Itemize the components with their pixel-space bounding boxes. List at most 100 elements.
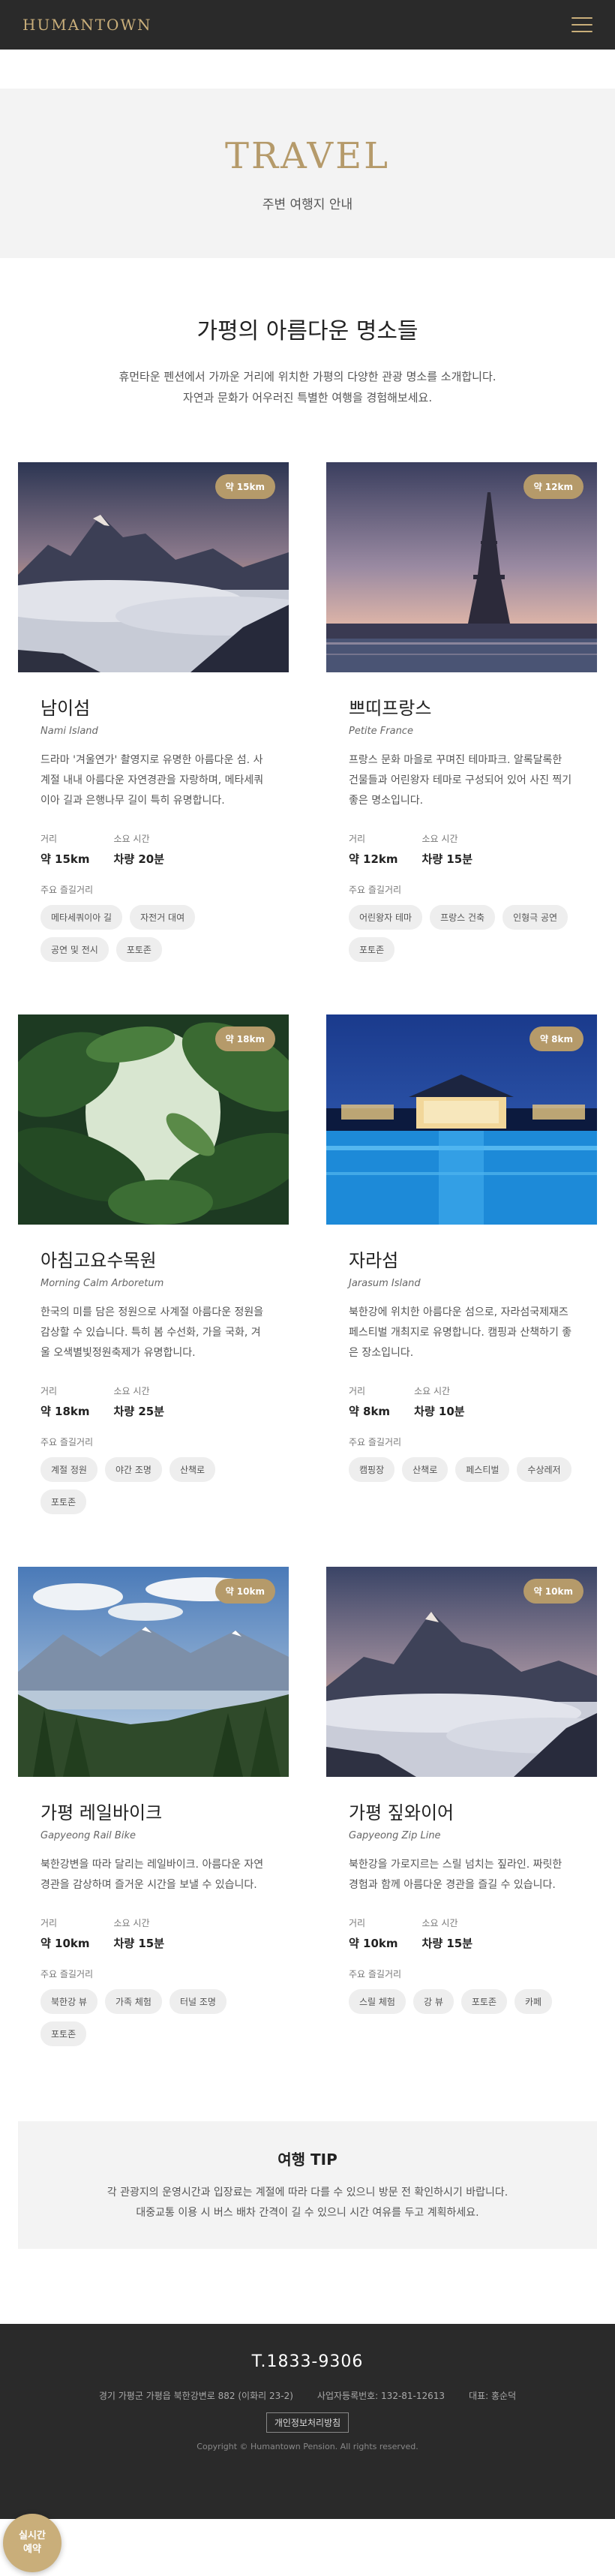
place-description: 한국의 미를 담은 정원으로 사계절 아름다운 정원을 감상할 수 있습니다. …: [40, 1306, 264, 1359]
place-photo: 약 15km: [18, 462, 289, 672]
reserve-line: 실시간: [19, 2530, 46, 2541]
distance-badge: 약 8km: [529, 1026, 584, 1051]
page-title: TRAVEL: [224, 134, 390, 177]
spot-tag[interactable]: 가족 체험: [104, 1989, 162, 2014]
site-footer: T.1833-9306 경기 가평군 가평읍 북한강변로 882 (이화리 23…: [0, 2324, 615, 2519]
intro-section: 가평의 아름다운 명소들 휴먼타운 펜션에서 가까운 거리에 위치한 가평의 다…: [0, 258, 615, 408]
spot-tag[interactable]: 포토존: [40, 1489, 87, 1514]
time-value: 차량 15분: [113, 1937, 165, 1950]
distance-badge: 약 12km: [523, 474, 584, 499]
spot-tag[interactable]: 카페: [514, 1989, 553, 2014]
distance-badge: 약 18km: [214, 1026, 275, 1051]
time-value: 차량 15분: [422, 1937, 473, 1950]
place-photo: 약 18km: [18, 1014, 289, 1225]
time-stat: 소요 시간 차량 15분: [422, 1916, 473, 1951]
distance-badge: 약 10km: [214, 1579, 275, 1604]
place-photo: 약 10km: [326, 1567, 597, 1777]
spots-label: 주요 즐길거리: [40, 885, 94, 895]
spot-tags: 캠핑장 산책로 페스티벌 수상레저: [349, 1457, 574, 1482]
footer-copyright: Copyright © Humantown Pension. All right…: [196, 2442, 418, 2451]
place-english-name: Gapyeong Rail Bike: [40, 1830, 136, 1841]
site-logo[interactable]: HUMANTOWN: [22, 16, 152, 34]
spot-tag[interactable]: 캠핑장: [349, 1457, 395, 1482]
travel-tip-box: 여행 TIP 각 관광지의 운영시간과 입장료는 계절에 따라 다를 수 있으니…: [18, 2121, 597, 2249]
page-subtitle: 주변 여행지 안내: [262, 197, 353, 212]
spot-tag[interactable]: 포토존: [40, 2021, 87, 2046]
privacy-policy-link[interactable]: 개인정보처리방침: [266, 2412, 350, 2433]
spot-tag[interactable]: 프랑스 건축: [430, 905, 496, 930]
place-card-body: 자라섬 Jarasum Island 북한강에 위치한 아름다운 섬으로, 자라…: [326, 1225, 597, 1482]
spot-tags: 어린왕자 테마 프랑스 건축 인형극 공연 포토존: [349, 905, 574, 962]
spot-tag[interactable]: 계절 정원: [40, 1457, 98, 1482]
spot-tag[interactable]: 어린왕자 테마: [349, 905, 423, 930]
spots-label: 주요 즐길거리: [40, 1969, 94, 1979]
spot-tag[interactable]: 메타세쿼이아 길: [40, 905, 123, 930]
time-label: 소요 시간: [113, 834, 150, 844]
place-description: 프랑스 문화 마을로 꾸며진 테마파크. 알록달록한 건물들과 어린왕자 테마로…: [349, 754, 572, 807]
place-photo: 약 10km: [18, 1567, 289, 1777]
time-value: 차량 25분: [113, 1405, 165, 1418]
place-card: 약 10km 가평 짚와이어 Gapyeong Zip Line 북한강을 가로…: [326, 1567, 597, 2046]
footer-phone[interactable]: T.1833-9306: [0, 2352, 615, 2371]
place-english-name: Jarasum Island: [349, 1278, 421, 1289]
spot-tag[interactable]: 야간 조명: [104, 1457, 162, 1482]
place-card: 약 10km 가평 레일바이크 Gapyeong Rail Bike 북한강변을…: [18, 1567, 289, 2046]
place-english-name: Morning Calm Arboretum: [40, 1278, 164, 1289]
place-description: 드라마 '겨울연가' 촬영지로 유명한 아름다운 섬. 사계절 내내 아름다운 …: [40, 754, 264, 807]
time-label: 소요 시간: [414, 1386, 451, 1396]
place-title: 가평 짚와이어: [349, 1802, 454, 1823]
time-value: 차량 10분: [414, 1405, 465, 1418]
place-description: 북한강변을 따라 달리는 레일바이크. 아름다운 자연 경관을 감상하며 즐거운…: [40, 1859, 264, 1891]
time-label: 소요 시간: [422, 1918, 458, 1928]
place-stats: 거리 약 10km 소요 시간 차량 15분: [40, 1916, 266, 1951]
menu-line: [572, 31, 592, 32]
spot-tag[interactable]: 자전거 대여: [130, 905, 196, 930]
place-description: 북한강을 가로지르는 스릴 넘치는 짚라인. 짜릿한 경험과 함께 아름다운 경…: [349, 1859, 562, 1891]
place-stats: 거리 약 15km 소요 시간 차량 20분: [40, 832, 266, 867]
spot-tag[interactable]: 수상레저: [517, 1457, 572, 1482]
place-english-name: Nami Island: [40, 726, 98, 737]
footer-ceo: 대표: 홍순덕: [469, 2391, 517, 2401]
time-stat: 소요 시간 차량 15분: [422, 832, 473, 867]
distance-label: 거리: [40, 834, 58, 844]
spot-tag[interactable]: 북한강 뷰: [40, 1989, 98, 2014]
reserve-label: 실시간 예약: [19, 2529, 46, 2556]
hamburger-menu-icon[interactable]: [572, 17, 592, 32]
spot-tag[interactable]: 산책로: [402, 1457, 448, 1482]
spot-tag[interactable]: 산책로: [169, 1457, 216, 1482]
spot-tag[interactable]: 포토존: [460, 1989, 508, 2014]
hero-banner: TRAVEL 주변 여행지 안내: [0, 89, 615, 258]
distance-stat: 거리 약 12km: [349, 832, 398, 867]
place-title: 아침고요수목원: [40, 1250, 157, 1271]
spot-tag[interactable]: 스릴 체험: [349, 1989, 406, 2014]
distance-badge: 약 10km: [523, 1579, 584, 1604]
spots-label: 주요 즐길거리: [349, 1437, 402, 1447]
intro-text: 휴먼타운 펜션에서 가까운 거리에 위치한 가평의 다양한 관광 명소를 소개합…: [0, 366, 615, 408]
distance-label: 거리: [349, 834, 366, 844]
spots-label: 주요 즐길거리: [40, 1437, 94, 1447]
place-card-body: 가평 짚와이어 Gapyeong Zip Line 북한강을 가로지르는 스릴 …: [326, 1777, 597, 2014]
distance-stat: 거리 약 15km: [40, 832, 90, 867]
spot-tags: 메타세쿼이아 길 자전거 대여 공연 및 전시 포토존: [40, 905, 266, 962]
place-english-name: Gapyeong Zip Line: [349, 1830, 441, 1841]
distance-label: 거리: [40, 1386, 58, 1396]
spot-tag[interactable]: 인형극 공연: [502, 905, 568, 930]
site-header: HUMANTOWN: [0, 0, 615, 50]
realtime-reservation-button[interactable]: 실시간 예약: [3, 2514, 62, 2572]
time-label: 소요 시간: [113, 1386, 150, 1396]
distance-value: 약 12km: [349, 852, 398, 866]
place-title: 가평 레일바이크: [40, 1802, 163, 1823]
footer-address: 경기 가평군 가평읍 북한강변로 882 (이화리 23-2): [98, 2391, 293, 2401]
tip-title: 여행 TIP: [278, 2150, 338, 2169]
place-card: 약 18km 아침고요수목원 Morning Calm Arboretum 한국…: [18, 1014, 289, 1514]
spot-tag[interactable]: 강 뷰: [412, 1989, 454, 2014]
tip-line: 대중교통 이용 시 버스 배차 간격이 길 수 있으니 시간 여유를 두고 계획…: [136, 2206, 479, 2219]
spot-tag[interactable]: 포토존: [116, 937, 162, 962]
spot-tag[interactable]: 포토존: [349, 937, 395, 962]
spots-label: 주요 즐길거리: [349, 1969, 402, 1979]
menu-line: [572, 17, 592, 19]
spot-tag[interactable]: 터널 조명: [169, 1989, 226, 2014]
spot-tag[interactable]: 페스티벌: [455, 1457, 510, 1482]
spot-tag[interactable]: 공연 및 전시: [40, 937, 109, 962]
place-stats: 거리 약 18km 소요 시간 차량 25분: [40, 1384, 266, 1419]
